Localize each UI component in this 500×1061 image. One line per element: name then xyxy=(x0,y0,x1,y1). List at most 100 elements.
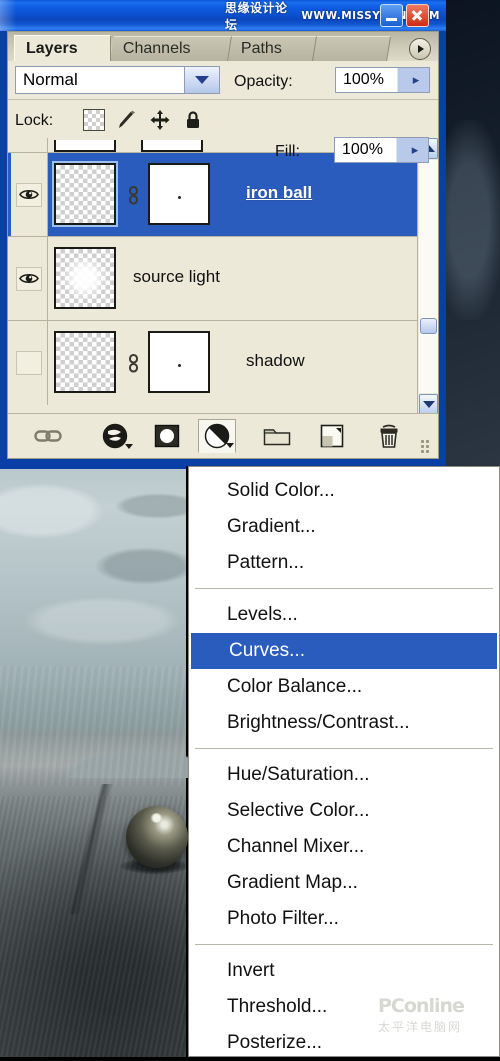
new-group-folder-icon xyxy=(263,429,291,446)
menu-item-channel-mixer[interactable]: Channel Mixer... xyxy=(189,829,499,865)
panel-tabs: Paths Channels Layers xyxy=(8,32,438,61)
menu-item-pattern[interactable]: Pattern... xyxy=(189,545,499,581)
tab-paths[interactable]: Paths xyxy=(228,36,317,61)
menu-item-selective-color[interactable]: Selective Color... xyxy=(189,793,499,829)
layers-palette-window: 思缘设计论坛 WWW.MISSYUAN.COM Paths Channels L… xyxy=(0,0,446,466)
new-group-button[interactable] xyxy=(258,419,296,453)
layer-name-source-light[interactable]: source light xyxy=(133,267,220,287)
layer-thumbnail-iron-ball[interactable] xyxy=(52,161,118,227)
fill-field[interactable]: 100% ▸ xyxy=(334,137,429,163)
menu-separator-2 xyxy=(195,748,493,749)
lock-label: Lock: xyxy=(15,112,54,129)
layer-style-button[interactable] xyxy=(96,419,134,453)
layer-thumbnail-partial xyxy=(54,140,116,152)
mask-dot xyxy=(177,363,181,367)
tab-layers-label: Layers xyxy=(26,39,78,57)
minimize-button[interactable] xyxy=(380,4,403,27)
eye-toggle-shadow[interactable] xyxy=(16,351,42,375)
lock-row: Lock: xyxy=(8,100,438,139)
menu-item-curves[interactable]: Curves... xyxy=(191,633,497,669)
eye-icon xyxy=(19,273,39,284)
window-titlebar[interactable]: 思缘设计论坛 WWW.MISSYUAN.COM xyxy=(0,0,446,32)
menu-item-gradient-map[interactable]: Gradient Map... xyxy=(189,865,499,901)
tab-paths-label: Paths xyxy=(240,40,282,57)
tab-channels-label: Channels xyxy=(122,40,191,57)
menu-item-color-balance[interactable]: Color Balance... xyxy=(189,669,499,705)
chevron-down-icon xyxy=(125,444,133,449)
layer-visibility-cell-iron-ball[interactable] xyxy=(11,153,48,236)
document-canvas[interactable] xyxy=(0,466,192,1057)
canvas-top-edge xyxy=(0,466,186,469)
canvas-iron-ball-highlight xyxy=(150,813,163,823)
add-layer-mask-icon xyxy=(154,424,180,448)
layer-visibility-cell-shadow[interactable] xyxy=(11,321,48,405)
lock-position-icon[interactable] xyxy=(149,109,171,131)
opacity-field[interactable]: 100% ▸ xyxy=(335,67,430,93)
add-layer-mask-button[interactable] xyxy=(148,419,186,453)
adjustment-layer-menu[interactable]: Solid Color... Gradient... Pattern... Le… xyxy=(188,466,500,1057)
eye-cell-partial xyxy=(11,138,48,152)
fill-value: 100% xyxy=(342,141,383,158)
layer-row-shadow[interactable]: shadow xyxy=(8,321,417,405)
eye-toggle-source-light[interactable] xyxy=(16,266,42,291)
menu-item-invert[interactable]: Invert xyxy=(189,953,499,989)
blend-mode-select[interactable]: Normal xyxy=(15,66,220,94)
panel-resize-grip[interactable] xyxy=(421,440,433,453)
tab-channels[interactable]: Channels xyxy=(110,36,232,61)
link-mask-icon-iron-ball[interactable] xyxy=(126,186,141,205)
tab-filler xyxy=(305,36,392,61)
tab-layers[interactable]: Layers xyxy=(14,35,111,61)
menu-item-posterize[interactable]: Posterize... xyxy=(189,1025,499,1061)
fill-label: Fill: xyxy=(275,143,300,160)
delete-layer-button[interactable] xyxy=(370,419,408,453)
watermark-cn-text: 思缘设计论坛 xyxy=(225,0,288,32)
layer-list-scrollbar[interactable] xyxy=(417,138,438,415)
menu-item-solid-color[interactable]: Solid Color... xyxy=(189,473,499,509)
layer-mask-thumbnail-shadow[interactable] xyxy=(148,331,210,393)
scrollbar-thumb[interactable] xyxy=(420,318,437,334)
menu-item-hue-saturation[interactable]: Hue/Saturation... xyxy=(189,757,499,793)
menu-item-threshold[interactable]: Threshold... xyxy=(189,989,499,1025)
lock-all-icon[interactable] xyxy=(182,109,204,131)
mask-dot xyxy=(177,195,181,199)
layer-name-shadow[interactable]: shadow xyxy=(246,351,305,371)
menu-item-gradient[interactable]: Gradient... xyxy=(189,509,499,545)
palette-menu-button[interactable] xyxy=(409,38,431,60)
menu-item-brightness-contrast[interactable]: Brightness/Contrast... xyxy=(189,705,499,741)
scroll-down-button[interactable] xyxy=(419,394,438,415)
new-layer-icon xyxy=(320,424,344,448)
menu-item-levels[interactable]: Levels... xyxy=(189,597,499,633)
lock-image-pixels-icon[interactable] xyxy=(116,109,138,131)
chevron-down-icon xyxy=(226,443,234,448)
blend-mode-dropdown-button[interactable] xyxy=(184,67,219,93)
layer-mask-thumbnail-iron-ball[interactable] xyxy=(148,163,210,225)
link-mask-icon-shadow[interactable] xyxy=(126,354,141,373)
layer-thumbnail-shadow[interactable] xyxy=(54,331,116,393)
menu-separator-3 xyxy=(195,944,493,945)
blend-mode-value: Normal xyxy=(23,70,78,89)
layer-visibility-cell-source-light[interactable] xyxy=(11,237,48,320)
layer-row-source-light[interactable]: source light xyxy=(8,237,417,321)
layer-list[interactable]: iron ball source light shadow xyxy=(8,138,438,415)
eye-toggle-iron-ball[interactable] xyxy=(16,182,42,207)
triangle-right-icon xyxy=(418,45,424,53)
layers-panel: Paths Channels Layers Normal Opacity: 10… xyxy=(7,31,439,459)
desktop-backdrop xyxy=(434,0,500,466)
delete-layer-trash-icon xyxy=(380,424,398,448)
menu-item-photo-filter[interactable]: Photo Filter... xyxy=(189,901,499,937)
layer-mask-thumbnail-partial xyxy=(141,140,203,152)
lock-transparent-pixels-icon[interactable] xyxy=(83,109,105,131)
scrollbar-track[interactable] xyxy=(419,160,438,393)
link-layers-button[interactable] xyxy=(30,419,68,453)
layers-panel-toolbar xyxy=(8,413,438,458)
layer-name-iron-ball[interactable]: iron ball xyxy=(246,183,312,203)
layer-thumbnail-source-light[interactable] xyxy=(54,247,116,309)
canvas-sand-texture-far xyxy=(0,666,186,786)
new-adjustment-layer-button[interactable] xyxy=(198,419,236,453)
close-button[interactable] xyxy=(406,4,429,27)
chevron-right-icon[interactable]: ▸ xyxy=(402,142,428,158)
new-layer-button[interactable] xyxy=(313,419,351,453)
layer-row-iron-ball[interactable]: iron ball xyxy=(8,153,417,237)
chevron-right-icon[interactable]: ▸ xyxy=(403,72,429,88)
titlebar-shine xyxy=(0,0,16,31)
